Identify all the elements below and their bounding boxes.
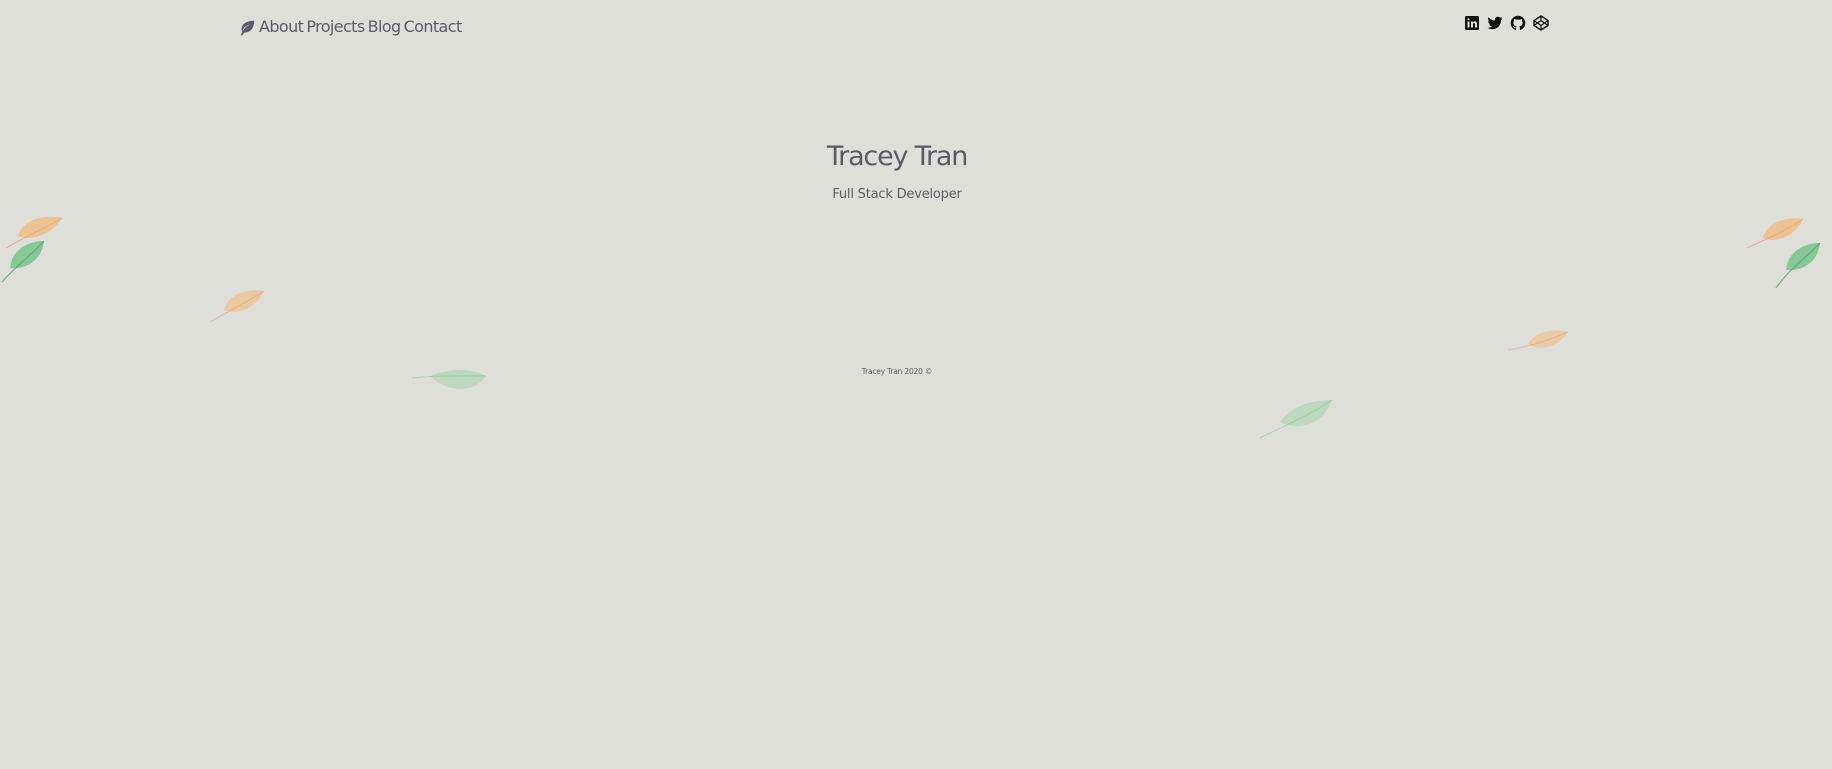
leaf-decoration bbox=[1, 240, 45, 283]
nav-link-about[interactable]: About bbox=[259, 15, 304, 39]
nav-link-projects[interactable]: Projects bbox=[306, 15, 365, 39]
hero-role: Full Stack Developer bbox=[832, 187, 962, 202]
leaf-icon[interactable] bbox=[238, 19, 256, 37]
linkedin-icon[interactable] bbox=[1463, 14, 1480, 31]
leaf-decoration bbox=[411, 370, 487, 389]
leaf-decoration bbox=[209, 290, 265, 323]
leaf-decoration bbox=[1775, 242, 1821, 289]
page: About Projects Blog Contact Tracey Tran … bbox=[0, 0, 1832, 769]
social-links bbox=[1463, 14, 1549, 31]
twitter-icon[interactable] bbox=[1486, 14, 1503, 31]
github-icon[interactable] bbox=[1509, 14, 1526, 31]
footer-text: Tracey Tran 2020 © bbox=[861, 367, 933, 376]
hero-name: Tracey Tran bbox=[826, 141, 968, 172]
leaf-decoration bbox=[1507, 330, 1569, 351]
codepen-icon[interactable] bbox=[1532, 14, 1549, 31]
leaf-decoration bbox=[1259, 399, 1333, 439]
nav-link-blog[interactable]: Blog bbox=[368, 15, 402, 39]
main-nav: About Projects Blog Contact bbox=[238, 15, 465, 39]
nav-link-contact[interactable]: Contact bbox=[404, 15, 463, 39]
